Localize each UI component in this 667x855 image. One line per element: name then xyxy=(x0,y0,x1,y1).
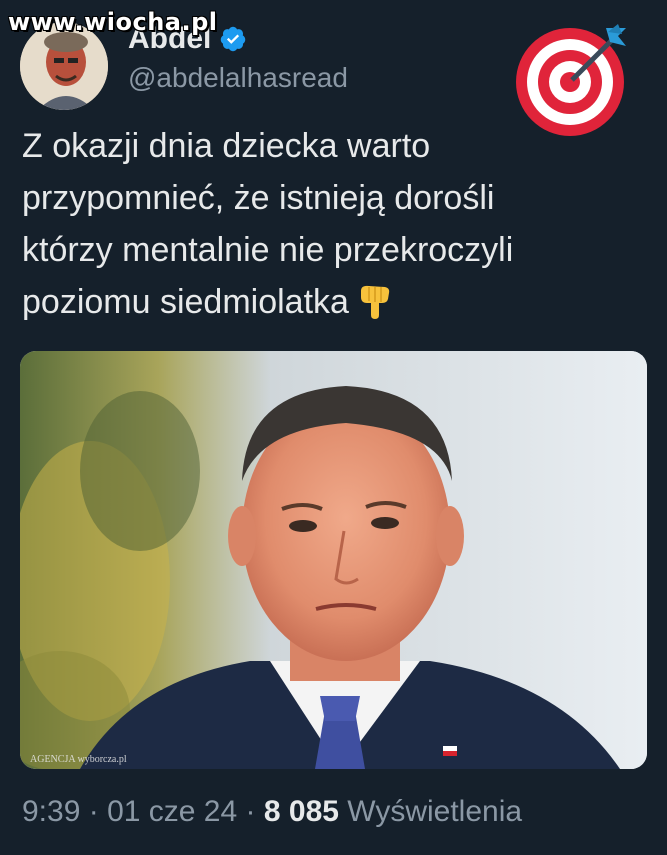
tweet-time[interactable]: 9:39 xyxy=(22,795,80,828)
site-watermark: www.wiocha.pl xyxy=(8,8,218,36)
tweet-date[interactable]: 01 cze 24 xyxy=(107,795,237,828)
tweet-line-text: poziomu siedmiolatka xyxy=(22,283,349,321)
meta-separator: · xyxy=(245,795,256,828)
photo-credit: AGENCJA wyborcza.pl xyxy=(30,754,127,765)
tweet-line-last: poziomu siedmiolatka xyxy=(22,276,652,328)
meta-separator: · xyxy=(88,795,99,828)
views-label: Wyświetlenia xyxy=(347,795,523,828)
tweet-line: przypomnieć, że istnieją dorośli xyxy=(22,179,495,217)
tweet-line: którzy mentalnie nie przekroczyli xyxy=(22,231,514,269)
backhand-index-pointing-down-icon xyxy=(355,281,395,321)
author-handle[interactable]: @abdelalhasread xyxy=(128,62,348,94)
views-count: 8 085 xyxy=(263,795,339,828)
tweet-meta: 9:39 · 01 cze 24 · 8 085 Wyświetlenia xyxy=(22,795,522,829)
tweet-media-photo[interactable]: AGENCJA wyborcza.pl xyxy=(20,351,647,769)
tweet-line: Z okazji dnia dziecka warto xyxy=(22,127,431,165)
portrait-photo xyxy=(20,351,647,769)
tweet-text: Z okazji dnia dziecka warto przypomnieć,… xyxy=(22,120,652,328)
verified-badge-icon xyxy=(219,25,247,53)
